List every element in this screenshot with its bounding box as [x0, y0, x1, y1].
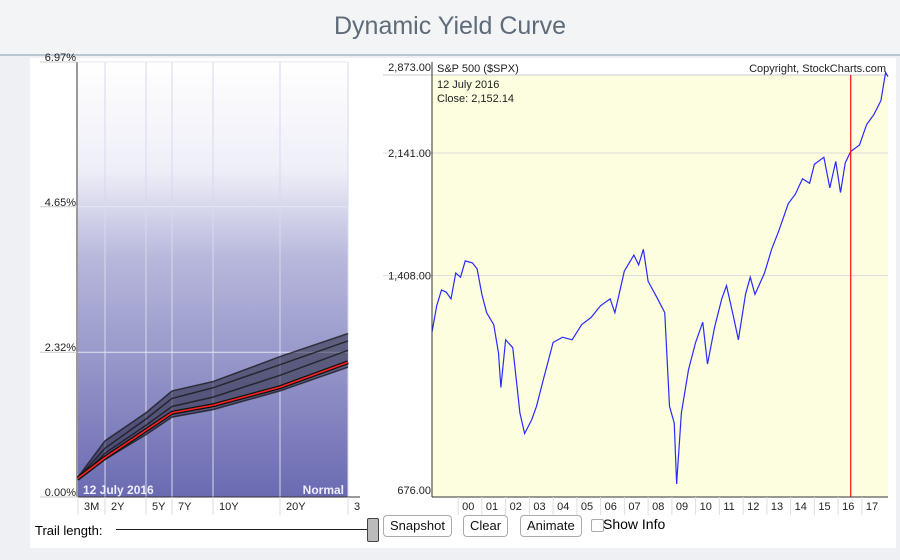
x-tick-label: 3M [84, 501, 99, 513]
x-tick-label: 5Y [152, 501, 166, 513]
x-tick-label: 30Y [354, 501, 360, 513]
trail-length-label: Trail length: [35, 523, 103, 538]
yield-curve-chart: 0.00%2.32%4.65%6.97% 3M2Y5Y7Y10Y20Y30Y 1… [40, 52, 360, 515]
show-info-label[interactable]: Show Info [603, 516, 665, 532]
x-tick-label: 20Y [286, 501, 306, 513]
yield-date-label: 12 July 2016 [83, 483, 154, 497]
trail-length-slider[interactable] [116, 529, 372, 530]
clear-button[interactable]: Clear [463, 515, 509, 537]
x-tick-label: 7Y [178, 501, 192, 513]
x-tick-label: 2Y [111, 501, 125, 513]
curve-shape-label: Normal [303, 483, 344, 497]
snapshot-button[interactable]: Snapshot [383, 515, 452, 537]
trail-length-slider-thumb[interactable] [367, 518, 379, 542]
x-tick-label: 10Y [219, 501, 239, 513]
animate-button[interactable]: Animate [520, 515, 582, 537]
